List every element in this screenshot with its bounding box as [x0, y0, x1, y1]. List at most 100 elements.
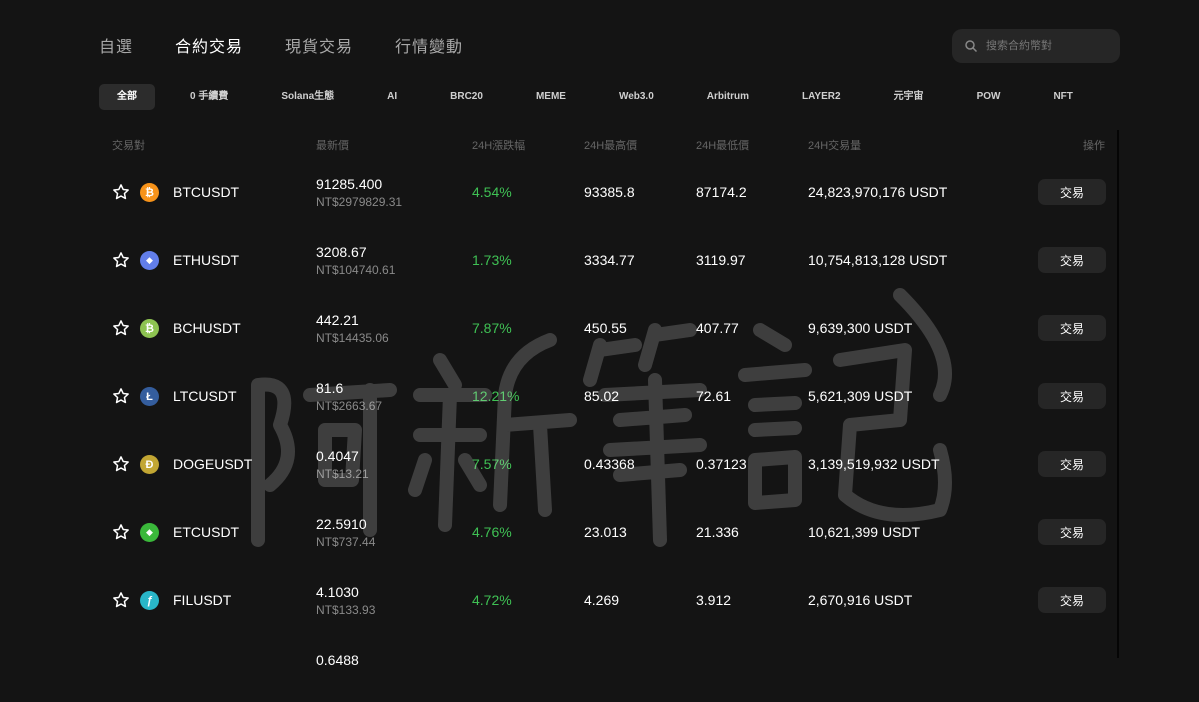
trade-button[interactable]: 交易 [1038, 519, 1106, 545]
last-price: 3208.67 [316, 244, 367, 260]
price-twd: NT$104740.61 [316, 263, 396, 277]
price-twd: NT$2979829.31 [316, 195, 403, 209]
price-twd: NT$737.44 [316, 535, 376, 549]
filter-ai[interactable]: AI [369, 84, 415, 110]
change-24h: 7.87% [472, 320, 512, 336]
change-24h: 4.76% [472, 524, 512, 540]
tab-market-movers[interactable]: 行情變動 [395, 33, 463, 57]
market-tabs: 自選 合約交易 現貨交易 行情變動 [99, 33, 505, 57]
search-box[interactable] [952, 29, 1120, 63]
change-24h: 12.21% [472, 388, 520, 404]
table-row[interactable]: ₿ BTCUSDT 91285.400 NT$2979829.31 4.54% … [0, 158, 1199, 226]
header-volume[interactable]: 24H交易量 [808, 137, 861, 153]
pair-symbol[interactable]: ETHUSDT [173, 252, 239, 268]
low-24h: 3.912 [696, 592, 732, 608]
volume-24h: 9,639,300 USDT [808, 320, 913, 336]
trade-button[interactable]: 交易 [1038, 247, 1106, 273]
star-icon[interactable] [112, 251, 130, 269]
filter-meme[interactable]: MEME [518, 84, 584, 110]
filter-web3[interactable]: Web3.0 [601, 84, 672, 110]
high-24h: 4.269 [584, 592, 620, 608]
high-24h: 0.43368 [584, 456, 635, 472]
last-price: 81.6 [316, 380, 344, 396]
low-24h: 0.37123 [696, 456, 747, 472]
trade-button[interactable]: 交易 [1038, 451, 1106, 477]
volume-24h: 24,823,970,176 USDT [808, 184, 948, 200]
filter-nft[interactable]: NFT [1035, 84, 1090, 110]
table-row[interactable]: ◆ ETCUSDT 22.5910 NT$737.44 4.76% 23.013… [0, 498, 1199, 566]
trade-button[interactable]: 交易 [1038, 179, 1106, 205]
high-24h: 93385.8 [584, 184, 635, 200]
price-twd: NT$14435.06 [316, 331, 389, 345]
tab-spot[interactable]: 現貨交易 [285, 33, 353, 57]
table-row[interactable]: 0.6488 [0, 634, 1199, 702]
table-row[interactable]: ƒ FILUSDT 4.1030 NT$133.93 4.72% 4.269 3… [0, 566, 1199, 634]
pair-symbol[interactable]: ETCUSDT [173, 524, 239, 540]
change-24h: 4.54% [472, 184, 512, 200]
star-icon[interactable] [112, 455, 130, 473]
high-24h: 450.55 [584, 320, 627, 336]
high-24h: 3334.77 [584, 252, 635, 268]
change-24h: 7.57% [472, 456, 512, 472]
filter-all[interactable]: 全部 [99, 84, 155, 110]
trade-button[interactable]: 交易 [1038, 315, 1106, 341]
trade-button[interactable]: 交易 [1038, 383, 1106, 409]
table-row[interactable]: Ð DOGEUSDT 0.4047 NT$13.21 7.57% 0.43368… [0, 430, 1199, 498]
change-24h: 1.73% [472, 252, 512, 268]
header-change[interactable]: 24H漲跌幅 [472, 137, 525, 153]
star-icon[interactable] [112, 591, 130, 609]
table-header: 交易對 最新價 24H漲跌幅 24H最高價 24H最低價 24H交易量 操作 [0, 137, 1199, 153]
search-input[interactable] [984, 39, 1118, 53]
header-pair: 交易對 [112, 140, 145, 152]
filecoin-icon: ƒ [140, 591, 159, 610]
volume-24h: 5,621,309 USDT [808, 388, 913, 404]
filter-arbitrum[interactable]: Arbitrum [689, 84, 767, 110]
pair-symbol[interactable]: FILUSDT [173, 592, 231, 608]
last-price: 22.5910 [316, 516, 367, 532]
dogecoin-icon: Ð [140, 455, 159, 474]
low-24h: 407.77 [696, 320, 739, 336]
volume-24h: 2,670,916 USDT [808, 592, 913, 608]
header-price[interactable]: 最新價 [316, 137, 349, 153]
star-icon[interactable] [112, 319, 130, 337]
star-icon[interactable] [112, 387, 130, 405]
low-24h: 87174.2 [696, 184, 747, 200]
price-twd: NT$13.21 [316, 467, 369, 481]
last-price: 4.1030 [316, 584, 359, 600]
last-price: 0.4047 [316, 448, 359, 464]
star-icon[interactable] [112, 183, 130, 201]
low-24h: 21.336 [696, 524, 739, 540]
header-low[interactable]: 24H最低價 [696, 137, 749, 153]
volume-24h: 3,139,519,932 USDT [808, 456, 940, 472]
volume-24h: 10,621,399 USDT [808, 524, 921, 540]
filter-layer2[interactable]: LAYER2 [784, 84, 859, 110]
header-high[interactable]: 24H最高價 [584, 137, 637, 153]
bitcoin-cash-icon: ₿ [140, 319, 159, 338]
star-icon[interactable] [112, 523, 130, 541]
price-twd: NT$2663.67 [316, 399, 383, 413]
trade-button[interactable]: 交易 [1038, 587, 1106, 613]
pair-symbol[interactable]: BCHUSDT [173, 320, 241, 336]
search-icon [965, 40, 978, 53]
pair-symbol[interactable]: BTCUSDT [173, 184, 239, 200]
filter-brc20[interactable]: BRC20 [432, 84, 501, 110]
filter-solana[interactable]: Solana生態 [263, 84, 352, 110]
change-24h: 4.72% [472, 592, 512, 608]
price-twd: NT$133.93 [316, 603, 376, 617]
last-price: 442.21 [316, 312, 359, 328]
table-row[interactable]: ◆ ETHUSDT 3208.67 NT$104740.61 1.73% 333… [0, 226, 1199, 294]
filter-pow[interactable]: POW [959, 84, 1019, 110]
filter-zero-fee[interactable]: 0 手續費 [172, 84, 246, 110]
filter-metaverse[interactable]: 元宇宙 [876, 84, 942, 110]
pair-symbol[interactable]: LTCUSDT [173, 388, 237, 404]
bitcoin-icon: ₿ [140, 183, 159, 202]
scrollbar[interactable] [1117, 130, 1119, 658]
table-row[interactable]: ₿ BCHUSDT 442.21 NT$14435.06 7.87% 450.5… [0, 294, 1199, 362]
low-24h: 72.61 [696, 388, 732, 404]
last-price: 0.6488 [316, 652, 359, 668]
pair-symbol[interactable]: DOGEUSDT [173, 456, 252, 472]
tab-favorites[interactable]: 自選 [99, 33, 133, 57]
tab-futures[interactable]: 合約交易 [175, 33, 243, 57]
table-row[interactable]: Ł LTCUSDT 81.6 NT$2663.67 12.21% 85.02 7… [0, 362, 1199, 430]
litecoin-icon: Ł [140, 387, 159, 406]
